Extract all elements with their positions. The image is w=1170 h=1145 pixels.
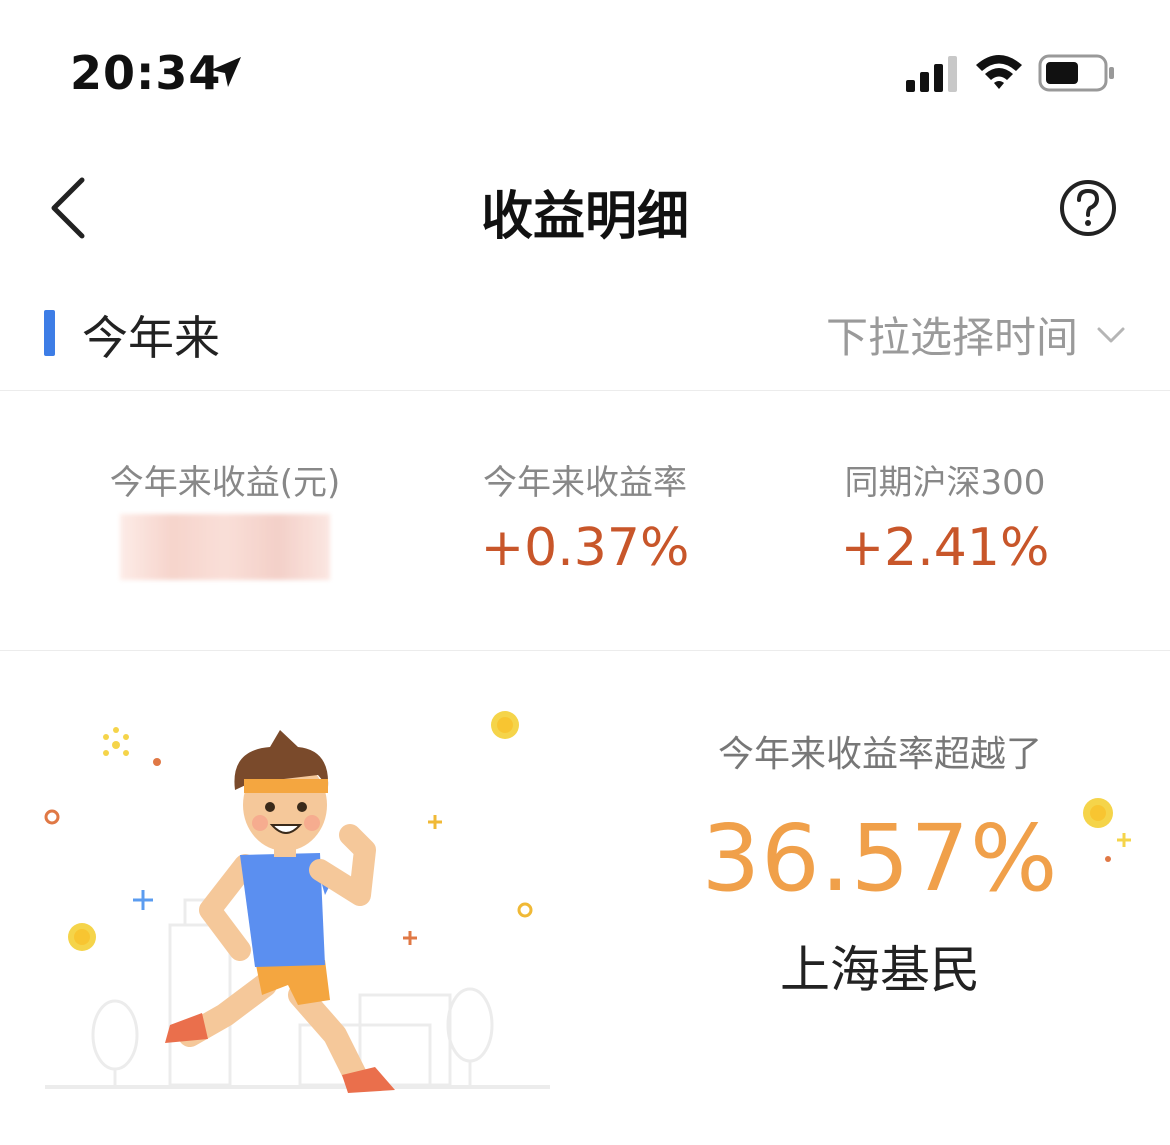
time-picker-label: 下拉选择时间 xyxy=(825,313,1078,362)
beat-subject: 上海基民 xyxy=(780,941,980,999)
chevron-down-icon xyxy=(1097,327,1125,342)
battery-icon xyxy=(1038,54,1114,92)
stat-label: 今年来收益(元) xyxy=(109,463,341,503)
cellular-signal-icon xyxy=(906,56,957,92)
stats-panel: 今年来收益(元) 今年来收益率 +0.37% 同期沪深300 +2.41% xyxy=(0,395,1170,651)
stat-csi300: 同期沪深300 +2.41% xyxy=(775,455,1115,578)
time-picker-dropdown[interactable]: 下拉选择时间 xyxy=(826,304,1126,365)
question-circle-icon xyxy=(1060,180,1116,236)
page-title: 收益明细 xyxy=(480,187,689,247)
runner-illustration xyxy=(44,711,550,1093)
period-label: 今年来 xyxy=(82,311,220,365)
hidden-earnings-value xyxy=(120,514,330,580)
stat-ytd-earnings: 今年来收益(元) xyxy=(55,455,395,580)
stat-label: 同期沪深300 xyxy=(844,463,1046,503)
stat-value: +0.37% xyxy=(480,518,690,578)
stat-label: 今年来收益率 xyxy=(483,463,687,503)
beat-percentage: 36.57% xyxy=(701,805,1059,912)
beat-label: 今年来收益率超越了 xyxy=(717,734,1042,775)
nav-bar: 收益明细 xyxy=(0,150,1170,265)
stat-ytd-return-rate: 今年来收益率 +0.37% xyxy=(415,455,755,578)
ranking-hero: 今年来收益率超越了 36.57% 上海基民 xyxy=(0,655,1170,1145)
help-button[interactable] xyxy=(1058,178,1118,238)
stat-value: +2.41% xyxy=(840,518,1050,578)
status-time: 20:34 xyxy=(70,46,222,100)
location-arrow-icon xyxy=(211,57,241,87)
period-accent-bar xyxy=(44,310,55,356)
status-bar: 20:34 xyxy=(0,0,1170,140)
period-row: 今年来 下拉选择时间 xyxy=(0,290,1170,391)
wifi-icon xyxy=(976,55,1022,89)
